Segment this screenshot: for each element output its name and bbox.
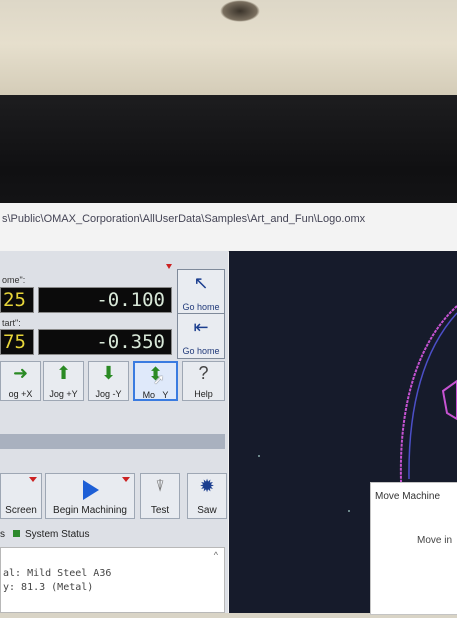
dropdown-indicator	[166, 264, 172, 269]
console-line-material: al: Mild Steel A36	[3, 568, 112, 579]
arrow-up-left-icon: ↖	[193, 273, 209, 293]
begin-machining-button[interactable]: Begin Machining	[45, 473, 135, 519]
status-console: ^ al: Mild Steel A36 y: 81.3 (Metal)	[0, 547, 225, 613]
jog-minus-y-button[interactable]: ⬇ Jog -Y	[88, 361, 129, 401]
play-icon	[83, 480, 99, 500]
screen-button[interactable]: Screen	[0, 473, 42, 519]
wall-spot	[220, 0, 260, 22]
wall-background	[0, 0, 457, 110]
y-home-field: -0.100	[38, 287, 172, 313]
x-home-field: 25	[0, 287, 34, 313]
status-indicator	[13, 530, 20, 537]
status-row: s System Status	[0, 529, 90, 540]
arrow-left-icon: ⇤	[193, 317, 209, 337]
arrow-right-icon: ➜	[12, 363, 29, 383]
test-button[interactable]: ⍒ Test	[140, 473, 180, 519]
y-start-field: -0.350	[38, 329, 172, 355]
arrow-down-icon: ⬇	[100, 363, 117, 383]
start-label: tart":	[2, 318, 21, 328]
saw-button[interactable]: ✹ Saw	[187, 473, 227, 519]
question-icon: ?	[198, 363, 209, 383]
title-bar: s\Public\OMAX_Corporation\AllUserData\Sa…	[0, 203, 457, 252]
system-status-tab[interactable]: System Status	[25, 529, 89, 540]
jog-plus-y-button[interactable]: ⬆ Jog +Y	[43, 361, 84, 401]
file-path: s\Public\OMAX_Corporation\AllUserData\Sa…	[2, 213, 366, 225]
x-start-field: 75	[0, 329, 34, 355]
help-button[interactable]: ? Help	[182, 361, 225, 401]
progress-bar	[0, 434, 225, 449]
arrow-up-icon: ⬆	[55, 363, 72, 383]
console-line-value: y: 81.3 (Metal)	[3, 582, 94, 593]
move-machine-dialog: Move Machine Move in	[370, 482, 457, 615]
dialog-title: Move Machine	[375, 491, 441, 502]
go-home-button[interactable]: ↖ Go home	[177, 269, 225, 315]
home-label: ome":	[2, 275, 26, 285]
go-home-start-button[interactable]: ⇤ Go home	[177, 313, 225, 359]
control-panel: ome": 25 -0.100 ↖ Go home tart": 75 -0.3…	[0, 251, 228, 613]
jog-plus-x-button[interactable]: ➜ og +X	[0, 361, 41, 401]
saw-blade-icon: ✹	[199, 476, 215, 496]
screen: s\Public\OMAX_Corporation\AllUserData\Sa…	[0, 203, 457, 615]
scroll-up-icon[interactable]: ^	[214, 550, 218, 560]
nozzle-icon: ⍒	[155, 478, 165, 495]
dialog-text: Move in	[417, 535, 453, 546]
monitor-bezel	[0, 95, 457, 227]
mouse-cursor-icon: ➚	[153, 371, 165, 387]
